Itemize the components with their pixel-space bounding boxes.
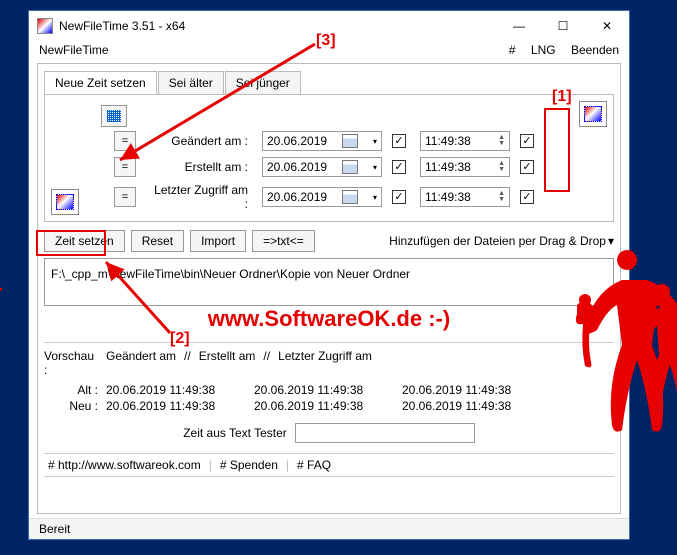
preview-alt-created: 20.06.2019 11:49:38 <box>254 383 394 397</box>
check-date-accessed[interactable] <box>392 190 406 204</box>
preview-sep: // <box>263 349 270 377</box>
text-tester-label: Zeit aus Text Tester <box>183 426 287 440</box>
date-grid: = Geändert am : 20.06.2019 ▾ 11:49:38 ▲▼… <box>51 131 607 211</box>
label-accessed: Letzter Zugriff am : <box>152 183 252 211</box>
preview-section: Vorschau : Geändert am // Erstellt am //… <box>44 349 614 443</box>
footer-links: # http://www.softwareok.com | # Spenden … <box>44 453 614 477</box>
set-time-button[interactable]: Zeit setzen <box>44 230 125 252</box>
set-time-panel: = Geändert am : 20.06.2019 ▾ 11:49:38 ▲▼… <box>44 94 614 222</box>
decorative-dancers <box>567 250 677 490</box>
check-time-accessed[interactable] <box>520 190 534 204</box>
maximize-button[interactable]: ☐ <box>541 11 585 41</box>
spinner-icon[interactable]: ▲▼ <box>498 135 505 147</box>
copy-selection-button[interactable] <box>101 105 127 127</box>
preview-alt-accessed: 20.06.2019 11:49:38 <box>402 383 542 397</box>
time-input-modified[interactable]: 11:49:38 ▲▼ <box>420 131 510 151</box>
tab-be-younger[interactable]: Sei jünger <box>225 71 301 95</box>
date-input-accessed[interactable]: 20.06.2019 ▾ <box>262 187 382 207</box>
app-icon <box>37 18 53 34</box>
eq-button-created[interactable]: = <box>114 157 136 177</box>
window-title: NewFileTime 3.51 - x64 <box>59 19 497 33</box>
label-modified: Geändert am : <box>152 134 252 148</box>
preview-title: Vorschau : <box>44 349 98 377</box>
menu-exit[interactable]: Beenden <box>571 43 619 57</box>
preview-neu-created: 20.06.2019 11:49:38 <box>254 399 394 413</box>
time-value-created: 11:49:38 <box>425 160 471 174</box>
date-value-accessed: 20.06.2019 <box>267 190 327 204</box>
check-date-created[interactable] <box>392 160 406 174</box>
preview-neu-label: Neu : <box>44 399 98 413</box>
tab-strip: Neue Zeit setzen Sei älter Sei jünger <box>44 70 614 94</box>
preview-alt-label: Alt : <box>44 383 98 397</box>
dropdown-icon[interactable]: ▾ <box>373 163 377 172</box>
corner-icon-top-right[interactable] <box>579 101 607 127</box>
menu-app[interactable]: NewFileTime <box>39 43 497 57</box>
side-watermark: www.SoftwareOK.de :-) <box>0 285 4 505</box>
dropdown-icon[interactable]: ▾ <box>373 193 377 202</box>
calendar-icon[interactable] <box>342 190 358 204</box>
link-homepage[interactable]: # http://www.softwareok.com <box>48 458 201 472</box>
reset-button[interactable]: Reset <box>131 230 184 252</box>
check-time-created[interactable] <box>520 160 534 174</box>
date-value-modified: 20.06.2019 <box>267 134 327 148</box>
status-text: Bereit <box>39 522 70 536</box>
link-donate[interactable]: # Spenden <box>220 458 278 472</box>
time-input-accessed[interactable]: 11:49:38 ▲▼ <box>420 187 510 207</box>
date-input-modified[interactable]: 20.06.2019 ▾ <box>262 131 382 151</box>
tab-set-time[interactable]: Neue Zeit setzen <box>44 71 157 95</box>
label-created: Erstellt am : <box>152 160 252 174</box>
center-watermark: www.SoftwareOK.de :-) <box>44 306 614 332</box>
calendar-icon[interactable] <box>342 160 358 174</box>
time-value-modified: 11:49:38 <box>425 134 471 148</box>
import-button[interactable]: Import <box>190 230 246 252</box>
minimize-button[interactable]: — <box>497 11 541 41</box>
menubar: NewFileTime # LNG Beenden <box>29 41 629 63</box>
preview-neu-accessed: 20.06.2019 11:49:38 <box>402 399 542 413</box>
drag-drop-hint[interactable]: Hinzufügen der Dateien per Drag & Drop <box>389 234 606 248</box>
date-input-created[interactable]: 20.06.2019 ▾ <box>262 157 382 177</box>
separator: | <box>282 458 293 472</box>
titlebar: NewFileTime 3.51 - x64 — ☐ ✕ <box>29 11 629 41</box>
link-faq[interactable]: # FAQ <box>297 458 331 472</box>
preview-hdr-modified: Geändert am <box>106 349 176 377</box>
statusbar: Bereit <box>29 518 629 539</box>
file-path-entry[interactable]: F:\_cpp_m\NewFileTime\bin\Neuer Ordner\K… <box>51 267 607 281</box>
date-value-created: 20.06.2019 <box>267 160 327 174</box>
preview-hdr-created: Erstellt am <box>199 349 256 377</box>
menu-lng[interactable]: LNG <box>531 43 556 57</box>
menu-hash[interactable]: # <box>509 43 516 57</box>
preview-neu-modified: 20.06.2019 11:49:38 <box>106 399 246 413</box>
separator: | <box>205 458 216 472</box>
preview-alt-modified: 20.06.2019 11:49:38 <box>106 383 246 397</box>
app-window: NewFileTime 3.51 - x64 — ☐ ✕ NewFileTime… <box>28 10 630 540</box>
action-row: Zeit setzen Reset Import =>txt<= Hinzufü… <box>44 230 614 252</box>
spinner-icon[interactable]: ▲▼ <box>498 161 505 173</box>
drag-drop-menu-icon[interactable]: ▾ <box>608 234 614 248</box>
calendar-icon[interactable] <box>342 134 358 148</box>
check-date-modified[interactable] <box>392 134 406 148</box>
file-list[interactable]: F:\_cpp_m\NewFileTime\bin\Neuer Ordner\K… <box>44 258 614 306</box>
preview-sep: // <box>184 349 191 377</box>
text-tester-input[interactable] <box>295 423 475 443</box>
corner-icon-bottom-left[interactable] <box>51 189 79 215</box>
spinner-icon[interactable]: ▲▼ <box>498 191 505 203</box>
work-area: Neue Zeit setzen Sei älter Sei jünger = … <box>37 63 621 514</box>
tab-be-older[interactable]: Sei älter <box>158 71 224 95</box>
check-time-modified[interactable] <box>520 134 534 148</box>
preview-hdr-accessed: Letzter Zugriff am <box>278 349 372 377</box>
time-value-accessed: 11:49:38 <box>425 190 471 204</box>
dropdown-icon[interactable]: ▾ <box>373 137 377 146</box>
eq-button-modified[interactable]: = <box>114 131 136 151</box>
time-input-created[interactable]: 11:49:38 ▲▼ <box>420 157 510 177</box>
eq-button-accessed[interactable]: = <box>114 187 136 207</box>
close-button[interactable]: ✕ <box>585 11 629 41</box>
txt-button[interactable]: =>txt<= <box>252 230 315 252</box>
